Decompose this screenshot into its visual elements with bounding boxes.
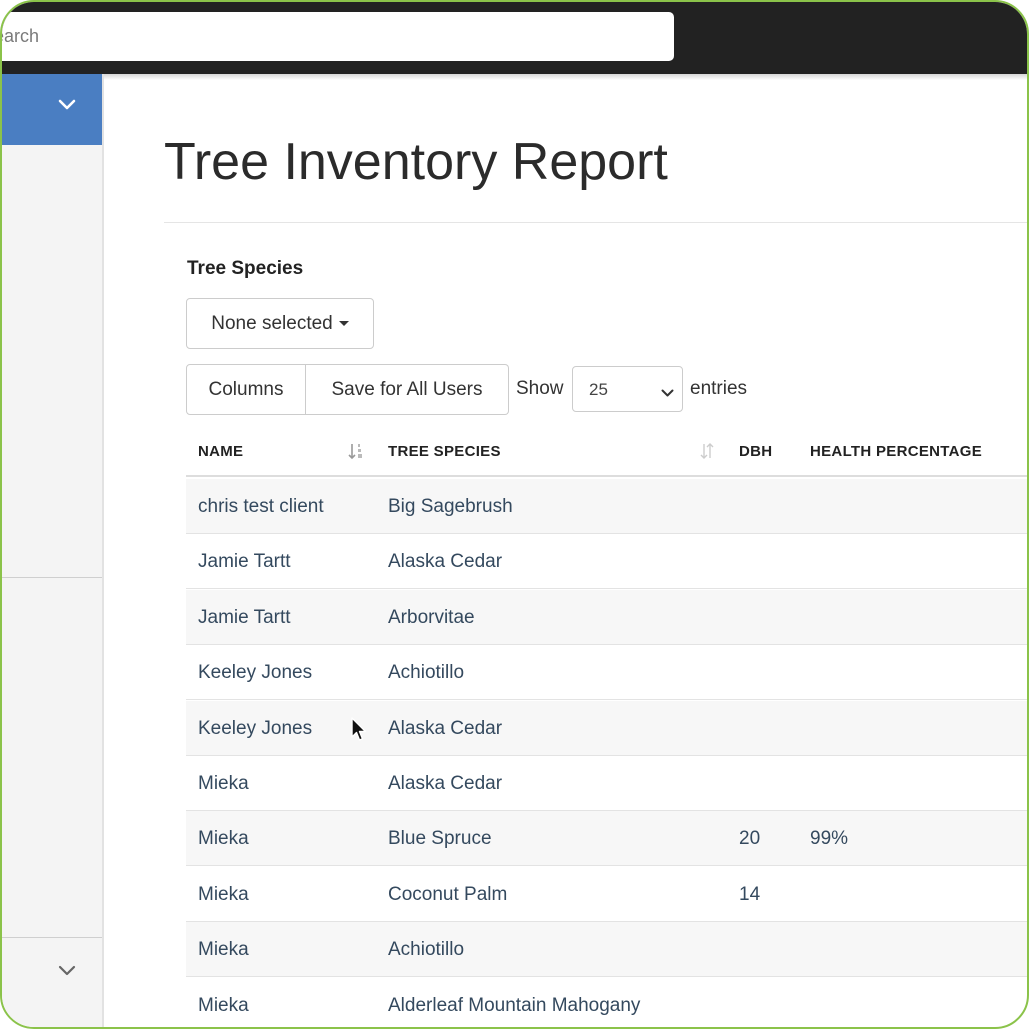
top-bar-shadow — [2, 74, 1027, 80]
cell-name: Keeley Jones — [198, 662, 313, 684]
sidebar-toggle-button[interactable] — [2, 74, 102, 145]
chevron-down-icon — [58, 98, 76, 116]
table-row[interactable]: Mieka Achiotillo — [186, 922, 1027, 978]
cell-name: Mieka — [198, 994, 249, 1016]
cell-tree-species: Big Sagebrush — [388, 496, 513, 517]
dropdown-label: None selected — [211, 312, 333, 334]
cell-tree-species: Blue Spruce — [388, 828, 492, 850]
cell-tree-species: Alaska Cedar — [388, 551, 503, 573]
table-row[interactable]: Mieka Blue Spruce 20 99% — [186, 811, 1027, 867]
sidebar — [2, 74, 104, 1027]
cell-health-percentage: 99% — [810, 828, 849, 850]
cell-tree-species: Alaska Cedar — [388, 717, 503, 739]
cell-dbh: 14 — [739, 883, 761, 905]
search-placeholder: earch — [2, 26, 40, 46]
column-header-health-percentage[interactable]: HEALTH PERCENTAGE — [810, 443, 982, 460]
cell-name: Jamie Tartt — [198, 606, 291, 628]
cell-name: Jamie Tartt — [198, 551, 291, 573]
cell-tree-species: Achiotillo — [388, 662, 465, 684]
cell-tree-species: Alderleaf Mountain Mahogany — [388, 994, 641, 1016]
column-header-name[interactable]: NAME — [198, 443, 243, 460]
cell-name: Mieka — [198, 828, 249, 850]
sidebar-divider — [2, 937, 102, 938]
search-input[interactable]: earch — [2, 12, 674, 61]
mouse-pointer-icon — [351, 717, 367, 748]
table-row[interactable]: Keeley Jones Achiotillo — [186, 645, 1027, 701]
sort-icon[interactable] — [699, 442, 715, 465]
caret-down-icon — [338, 321, 349, 326]
cell-dbh: 20 — [739, 828, 761, 850]
cell-tree-species: Arborvitae — [388, 606, 475, 628]
cell-tree-species: Alaska Cedar — [388, 773, 503, 794]
column-header-dbh[interactable]: DBH — [739, 443, 772, 460]
table-button-group: Columns Save for All Users — [186, 364, 509, 415]
table-row[interactable]: Mieka Alaska Cedar — [186, 756, 1027, 811]
cell-name: Mieka — [198, 883, 249, 905]
table-row[interactable]: Jamie Tartt Alaska Cedar — [186, 534, 1027, 590]
cell-name: chris test client — [198, 496, 324, 517]
entries-label: entries — [690, 378, 748, 399]
cell-tree-species: Coconut Palm — [388, 883, 508, 905]
tree-species-dropdown[interactable]: None selected — [186, 298, 374, 349]
chevron-down-icon[interactable] — [58, 964, 76, 982]
table-header: NAME TREE SPECIES DBH HEALTH PERCENTAGE — [186, 427, 1027, 477]
save-for-all-users-button[interactable]: Save for All Users — [306, 364, 509, 415]
title-divider — [164, 222, 1027, 223]
tree-species-filter-label: Tree Species — [187, 258, 304, 279]
column-header-tree-species[interactable]: TREE SPECIES — [388, 443, 501, 460]
table-row[interactable]: Mieka Coconut Palm 14 — [186, 867, 1027, 922]
cell-name: Mieka — [198, 773, 249, 794]
chevron-down-icon — [661, 383, 674, 403]
table-row[interactable]: Keeley Jones Alaska Cedar — [186, 700, 1027, 756]
cell-name: Keeley Jones — [198, 717, 313, 739]
table-row[interactable]: chris test client Big Sagebrush — [186, 479, 1027, 534]
table-row[interactable]: Jamie Tartt Arborvitae — [186, 589, 1027, 645]
sidebar-divider — [2, 577, 102, 578]
page-title: Tree Inventory Report — [164, 133, 668, 191]
cell-name: Mieka — [198, 939, 249, 961]
app-window: earch Tree Inventory Report Tree Species… — [0, 0, 1029, 1029]
show-label: Show — [516, 378, 564, 399]
page-size-value: 25 — [589, 380, 608, 399]
sort-icon[interactable] — [348, 442, 364, 465]
top-bar: earch — [2, 2, 1027, 74]
cell-tree-species: Achiotillo — [388, 939, 465, 961]
page-size-select[interactable]: 25 — [572, 366, 683, 412]
table-row[interactable]: Mieka Alderleaf Mountain Mahogany — [186, 978, 1027, 1027]
columns-button[interactable]: Columns — [186, 364, 306, 415]
